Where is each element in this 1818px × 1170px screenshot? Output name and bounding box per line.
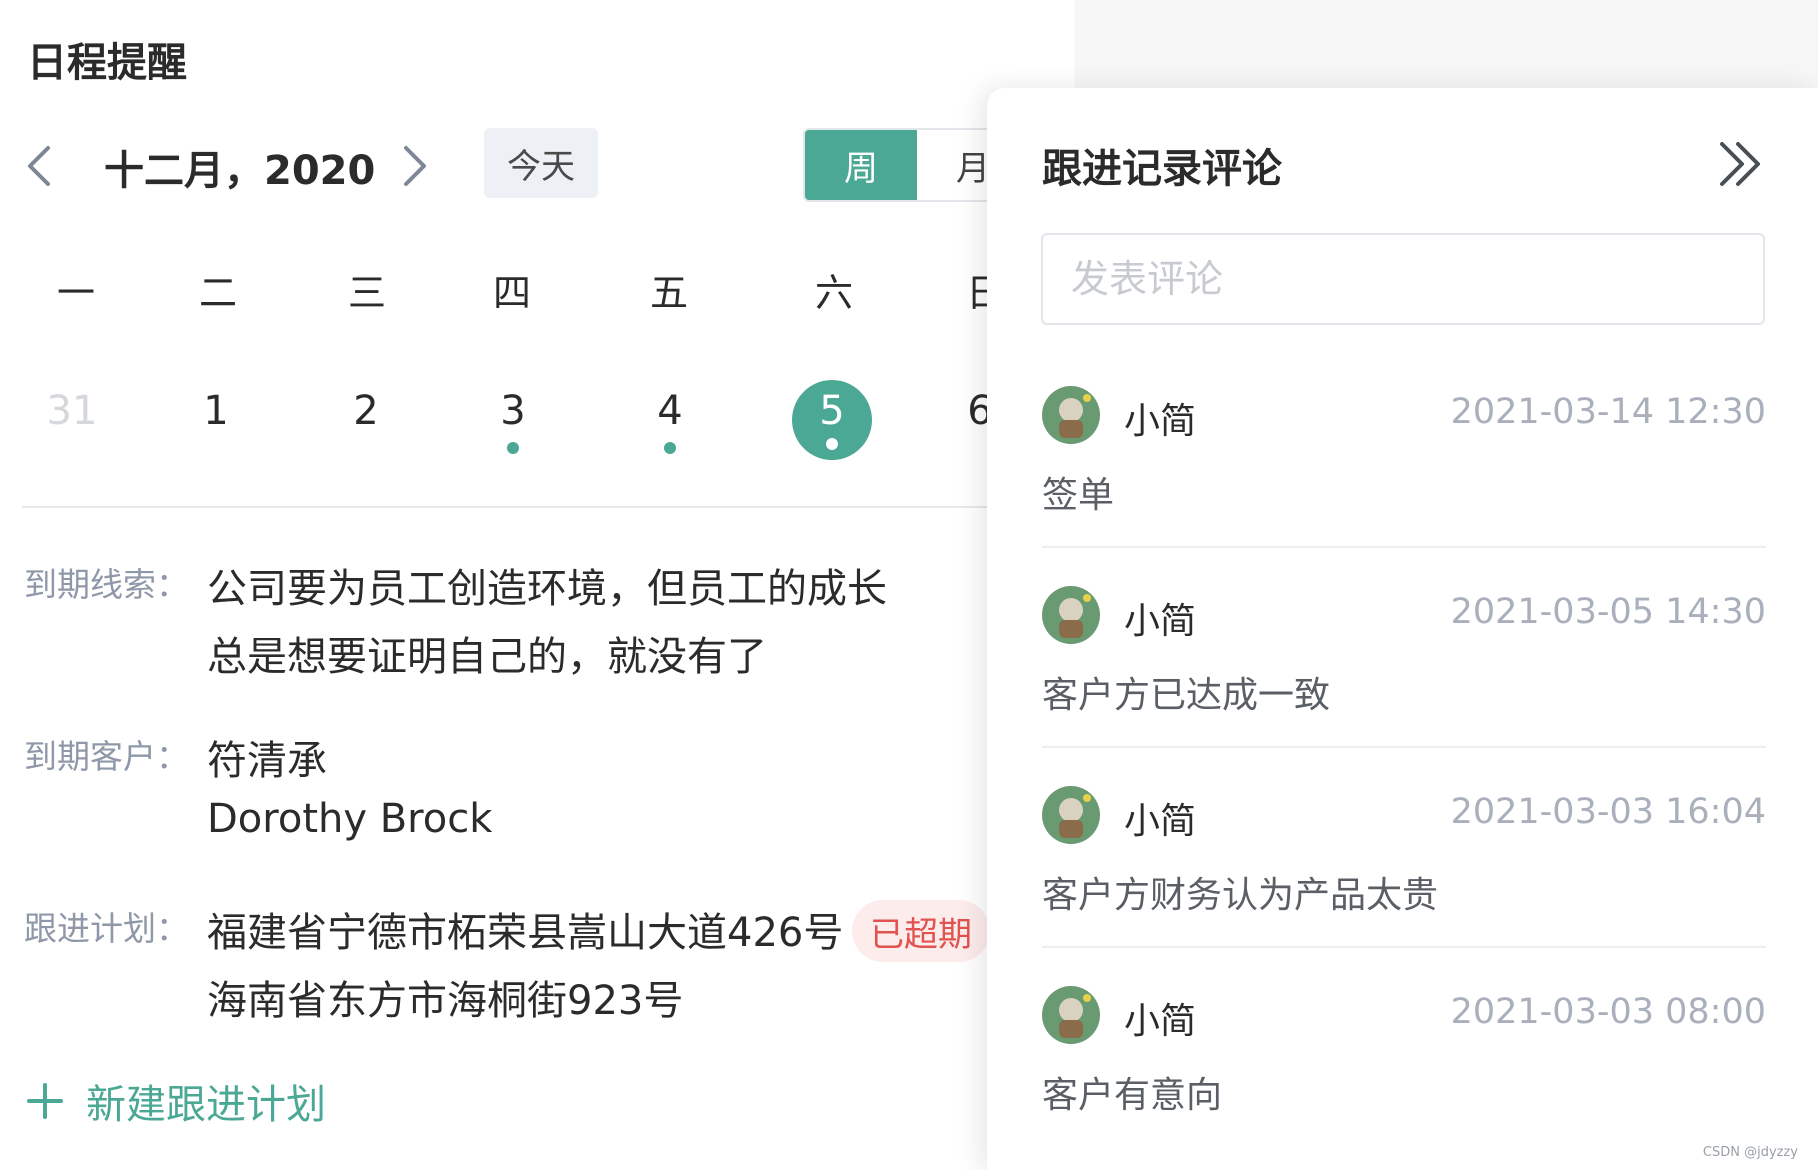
comment-time: 2021-03-14 12:30 bbox=[1450, 392, 1766, 432]
double-chevron-right-icon bbox=[1720, 142, 1760, 186]
comment-item: 小简 2021-03-14 12:30 签单 bbox=[1042, 386, 1766, 586]
comment-text: 客户方财务认为产品太贵 bbox=[1042, 875, 1439, 916]
date-cell[interactable]: 31 bbox=[32, 380, 112, 462]
weekday-header: 一 二 三 四 五 六 日 bbox=[0, 262, 1075, 315]
new-follow-up-plan-button[interactable]: 新建跟进计划 bbox=[26, 1072, 326, 1130]
weekday-label: 三 bbox=[347, 271, 386, 315]
date-number: 5 bbox=[819, 388, 845, 434]
event-dot bbox=[664, 442, 676, 454]
weekday-label: 五 bbox=[649, 271, 688, 315]
date-cell[interactable]: 5 bbox=[792, 380, 872, 462]
avatar bbox=[1042, 986, 1100, 1044]
comment-text: 客户方已达成一致 bbox=[1042, 675, 1331, 716]
divider bbox=[1042, 746, 1766, 748]
comment-author: 小简 bbox=[1124, 801, 1197, 842]
page: 日程提醒 十二月，2020 今天 周 月 一 二 三 四 五 六 日 31 1 … bbox=[0, 0, 1818, 1170]
comment-author: 小简 bbox=[1124, 601, 1197, 642]
weekday-label: 二 bbox=[198, 271, 237, 315]
new-plan-label: 新建跟进计划 bbox=[86, 1082, 326, 1128]
schedule-title: 日程提醒 bbox=[27, 40, 187, 86]
overdue-badge: 已超期 bbox=[852, 900, 990, 962]
comment-time: 2021-03-03 08:00 bbox=[1450, 992, 1766, 1032]
weekday-label: 四 bbox=[492, 271, 531, 315]
plan-line[interactable]: 福建省宁德市柘荣县嵩山大道426号 bbox=[207, 900, 843, 958]
due-lead-line: 公司要为员工创造环境，但员工的成长 bbox=[207, 566, 887, 612]
comment-input[interactable] bbox=[1041, 233, 1765, 325]
plan-line[interactable]: 海南省东方市海桐街923号 bbox=[207, 968, 683, 1026]
avatar bbox=[1042, 786, 1100, 844]
comment-item: 小简 2021-03-03 08:00 客户有意向 bbox=[1042, 986, 1766, 1170]
schedule-panel: 日程提醒 十二月，2020 今天 周 月 一 二 三 四 五 六 日 31 1 … bbox=[0, 0, 1075, 1170]
divider bbox=[22, 506, 1075, 508]
plus-icon bbox=[27, 1083, 63, 1119]
follow-up-comments-drawer: 跟进记录评论 小简 2021-03-14 12:30 签单 bbox=[987, 88, 1818, 1170]
next-month-button[interactable] bbox=[396, 136, 436, 196]
due-customer-link[interactable]: 符清承 bbox=[207, 728, 327, 786]
due-customer-link[interactable]: Dorothy Brock bbox=[207, 796, 492, 842]
week-view-button[interactable]: 周 bbox=[805, 130, 917, 200]
avatar bbox=[1042, 386, 1100, 444]
comment-item: 小简 2021-03-05 14:30 客户方已达成一致 bbox=[1042, 586, 1766, 786]
event-dot bbox=[826, 438, 838, 450]
prev-month-button[interactable] bbox=[18, 136, 58, 196]
due-leads-label: 到期线索： bbox=[24, 565, 189, 604]
weekday-label: 一 bbox=[56, 271, 95, 315]
divider bbox=[1042, 946, 1766, 948]
event-dot bbox=[507, 442, 519, 454]
chevron-left-icon bbox=[28, 146, 50, 186]
collapse-drawer-button[interactable] bbox=[1712, 136, 1768, 192]
comment-time: 2021-03-05 14:30 bbox=[1450, 592, 1766, 632]
date-number: 1 bbox=[203, 388, 229, 434]
current-month-label: 十二月，2020 bbox=[104, 148, 376, 194]
comment-author: 小简 bbox=[1124, 401, 1197, 442]
date-number: 3 bbox=[500, 388, 526, 434]
chevron-right-icon bbox=[404, 146, 426, 186]
watermark: CSDN @jdyzzy bbox=[1702, 1145, 1798, 1160]
divider bbox=[1042, 546, 1766, 548]
avatar bbox=[1042, 586, 1100, 644]
date-cell[interactable]: 3 bbox=[473, 380, 553, 462]
date-cell[interactable]: 2 bbox=[326, 380, 406, 462]
comment-text: 客户有意向 bbox=[1042, 1075, 1223, 1116]
comment-time: 2021-03-03 16:04 bbox=[1450, 792, 1766, 832]
weekday-label: 六 bbox=[814, 271, 853, 315]
comment-author: 小简 bbox=[1124, 1001, 1197, 1042]
follow-up-plan-label: 跟进计划： bbox=[24, 909, 189, 948]
drawer-title: 跟进记录评论 bbox=[1042, 146, 1282, 192]
date-cell[interactable]: 1 bbox=[176, 380, 256, 462]
today-button[interactable]: 今天 bbox=[484, 128, 598, 198]
date-cell[interactable]: 4 bbox=[630, 380, 710, 462]
due-lead-line: 总是想要证明自己的，就没有了 bbox=[207, 634, 767, 680]
date-number: 4 bbox=[657, 388, 683, 434]
due-customers-label: 到期客户： bbox=[24, 737, 189, 776]
comment-item: 小简 2021-03-03 16:04 客户方财务认为产品太贵 bbox=[1042, 786, 1766, 986]
comment-text: 签单 bbox=[1042, 475, 1115, 516]
date-number: 2 bbox=[353, 388, 379, 434]
date-number: 31 bbox=[46, 388, 98, 434]
date-row: 31 1 2 3 4 5 6 bbox=[0, 380, 1075, 470]
